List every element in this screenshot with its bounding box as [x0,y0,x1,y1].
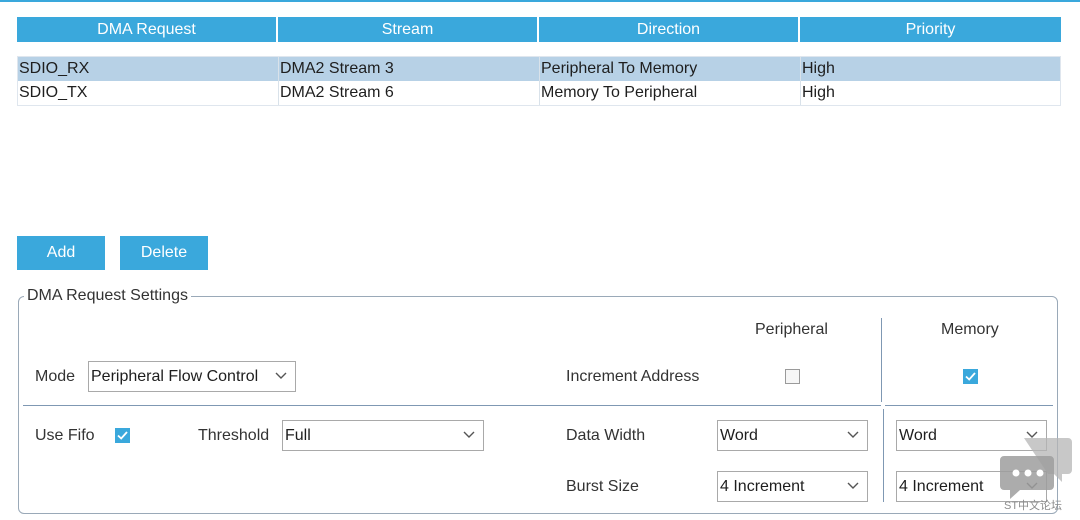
chevron-down-icon [847,431,859,438]
row-divider-left [23,405,881,406]
peripheral-column-header: Peripheral [755,321,828,338]
top-border [0,0,1080,2]
cell-dma-request: SDIO_TX [18,81,279,105]
burst-size-label: Burst Size [566,478,639,495]
use-fifo-label: Use Fifo [35,427,95,444]
cell-stream: DMA2 Stream 6 [279,81,540,105]
watermark-text: ST中文论坛 [1004,500,1063,512]
mode-select[interactable]: Peripheral Flow Control [88,361,296,392]
table-row[interactable]: SDIO_RX DMA2 Stream 3 Peripheral To Memo… [18,57,1060,81]
burst-size-peripheral-value: 4 Increment [720,478,805,495]
chevron-down-icon [463,431,475,438]
mode-select-value: Peripheral Flow Control [91,368,259,385]
column-header-priority[interactable]: Priority [800,17,1061,42]
column-divider-top [881,318,882,402]
increment-address-memory-checkbox[interactable] [963,369,978,384]
column-header-dma-request[interactable]: DMA Request [17,17,276,42]
delete-button[interactable]: Delete [120,236,208,270]
column-header-stream[interactable]: Stream [278,17,537,42]
cell-priority: High [802,60,835,77]
dma-table-header: DMA Request Stream Direction Priority [17,17,1061,42]
row-divider-right [885,405,1053,406]
use-fifo-checkbox[interactable] [115,428,130,443]
data-width-label: Data Width [566,427,646,444]
table-row[interactable]: SDIO_TX DMA2 Stream 6 Memory To Peripher… [18,81,1060,105]
column-divider-bottom [883,409,884,502]
settings-legend: DMA Request Settings [24,287,191,305]
check-icon [117,431,128,440]
cell-direction: Peripheral To Memory [540,57,801,81]
cell-direction: Memory To Peripheral [540,81,801,105]
data-width-peripheral-select[interactable]: Word [717,420,868,451]
memory-column-header: Memory [941,321,999,338]
check-icon [965,372,976,381]
column-header-direction[interactable]: Direction [539,17,798,42]
data-width-peripheral-value: Word [720,427,758,444]
dma-table-body: SDIO_RX DMA2 Stream 3 Peripheral To Memo… [17,56,1061,106]
cell-stream: DMA2 Stream 3 [279,57,540,81]
burst-size-peripheral-select[interactable]: 4 Increment [717,471,868,502]
mode-label: Mode [35,368,76,385]
threshold-label: Threshold [198,427,270,444]
chevron-down-icon [847,482,859,489]
threshold-select[interactable]: Full [282,420,484,451]
cell-priority: High [802,84,835,101]
data-width-memory-value: Word [899,427,937,444]
increment-address-peripheral-checkbox[interactable] [785,369,800,384]
increment-address-label: Increment Address [566,368,700,385]
chevron-down-icon [275,372,287,379]
threshold-select-value: Full [285,427,311,444]
add-button[interactable]: Add [17,236,105,270]
burst-size-memory-value: 4 Increment [899,478,984,495]
cell-dma-request: SDIO_RX [18,57,279,81]
